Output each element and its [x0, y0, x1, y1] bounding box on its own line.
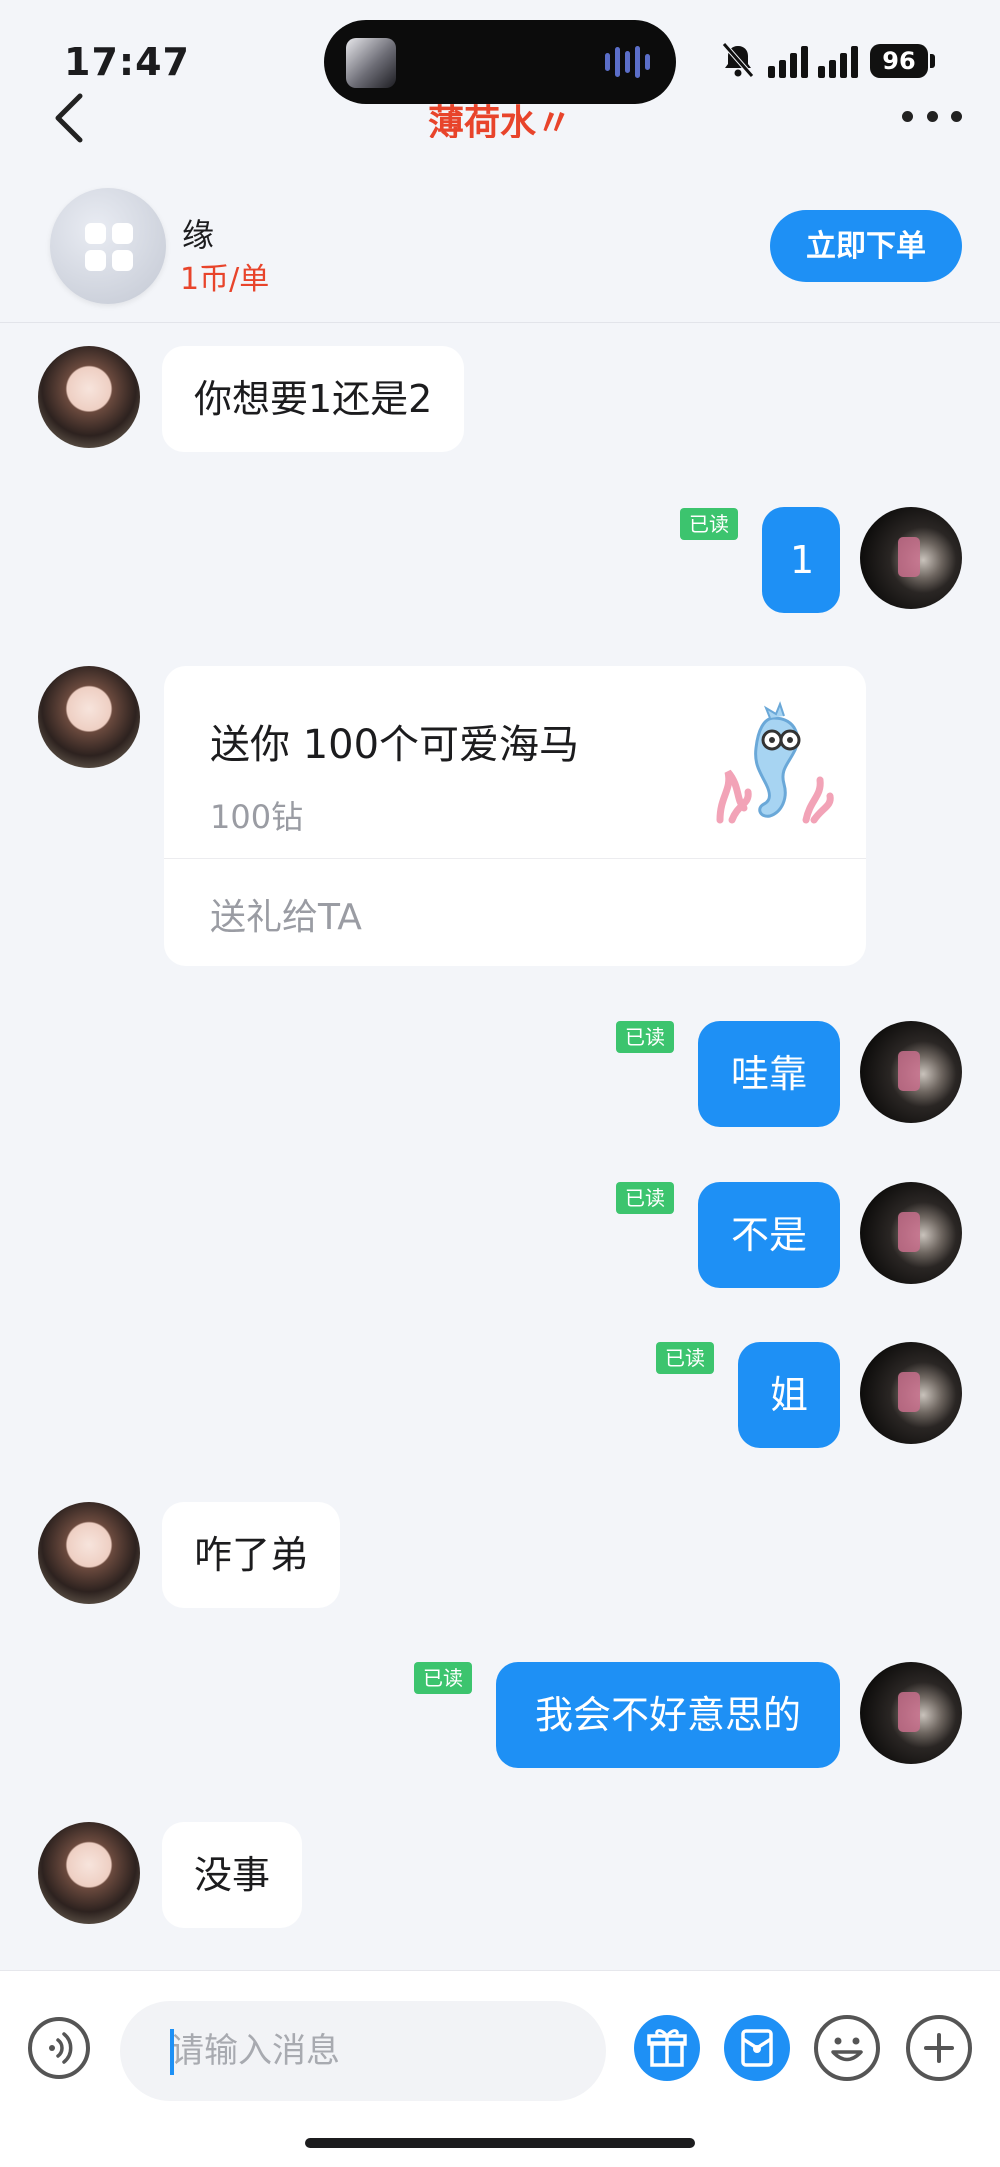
order-now-button[interactable]: 立即下单	[770, 210, 962, 282]
more-icon[interactable]	[902, 106, 962, 126]
contact-avatar[interactable]	[38, 666, 140, 768]
read-badge: 已读	[616, 1182, 674, 1214]
read-badge: 已读	[656, 1342, 714, 1374]
contact-avatar[interactable]	[38, 346, 140, 448]
message-input[interactable]	[120, 2001, 606, 2101]
battery-indicator: 96	[870, 44, 928, 78]
text-caret	[170, 2029, 174, 2075]
message-bubble-incoming[interactable]: 没事	[162, 1822, 303, 1928]
gift-card-divider	[164, 858, 866, 859]
signal-icon	[768, 42, 858, 78]
message-bubble-incoming[interactable]: 咋了弟	[162, 1502, 341, 1608]
plus-icon[interactable]	[906, 2015, 972, 2081]
service-app-icon[interactable]	[50, 188, 166, 304]
my-avatar[interactable]	[860, 1342, 962, 1444]
status-time: 17:47	[64, 40, 190, 84]
gift-price: 100钻	[210, 798, 304, 836]
mute-icon	[722, 42, 754, 78]
dynamic-island	[324, 20, 676, 104]
message-bubble-outgoing[interactable]: 哇靠	[698, 1021, 840, 1127]
chat-title: 薄荷水〃	[427, 103, 572, 138]
voice-icon[interactable]	[28, 2017, 90, 2079]
service-bar: 缘 1币/单 立即下单	[0, 170, 1000, 323]
service-name: 缘	[182, 216, 215, 254]
grid-icon	[85, 223, 133, 271]
my-avatar[interactable]	[860, 1662, 962, 1764]
gift-title: 送你 100个可爱海马	[210, 722, 580, 768]
contact-avatar[interactable]	[38, 1502, 140, 1604]
contact-avatar[interactable]	[38, 1822, 140, 1924]
emoji-icon[interactable]	[814, 2015, 880, 2081]
my-avatar[interactable]	[860, 507, 962, 609]
read-badge: 已读	[680, 508, 738, 540]
message-bubble-outgoing[interactable]: 不是	[698, 1182, 840, 1288]
home-indicator	[305, 2138, 695, 2148]
battery-cap	[930, 54, 935, 68]
service-price: 1币/单	[180, 262, 270, 297]
now-playing-thumbnail	[346, 38, 396, 88]
status-bar: 17:47 96	[0, 0, 1000, 104]
read-badge: 已读	[616, 1021, 674, 1053]
read-badge: 已读	[414, 1662, 472, 1694]
message-bubble-incoming[interactable]: 你想要1还是2	[162, 346, 465, 452]
message-bubble-outgoing[interactable]: 姐	[738, 1342, 840, 1448]
seahorse-gift-icon	[716, 701, 834, 824]
message-bubble-outgoing[interactable]: 我会不好意思的	[496, 1662, 840, 1768]
gift-icon[interactable]	[634, 2015, 700, 2081]
message-bubble-outgoing[interactable]: 1	[762, 507, 840, 613]
red-packet-icon[interactable]	[724, 2015, 790, 2081]
send-gift-link[interactable]: 送礼给TA	[210, 888, 362, 940]
my-avatar[interactable]	[860, 1021, 962, 1123]
audio-wave-icon	[605, 46, 650, 78]
gift-card[interactable]: 送你 100个可爱海马 100钻 送礼给TA	[164, 666, 866, 966]
my-avatar[interactable]	[860, 1182, 962, 1284]
